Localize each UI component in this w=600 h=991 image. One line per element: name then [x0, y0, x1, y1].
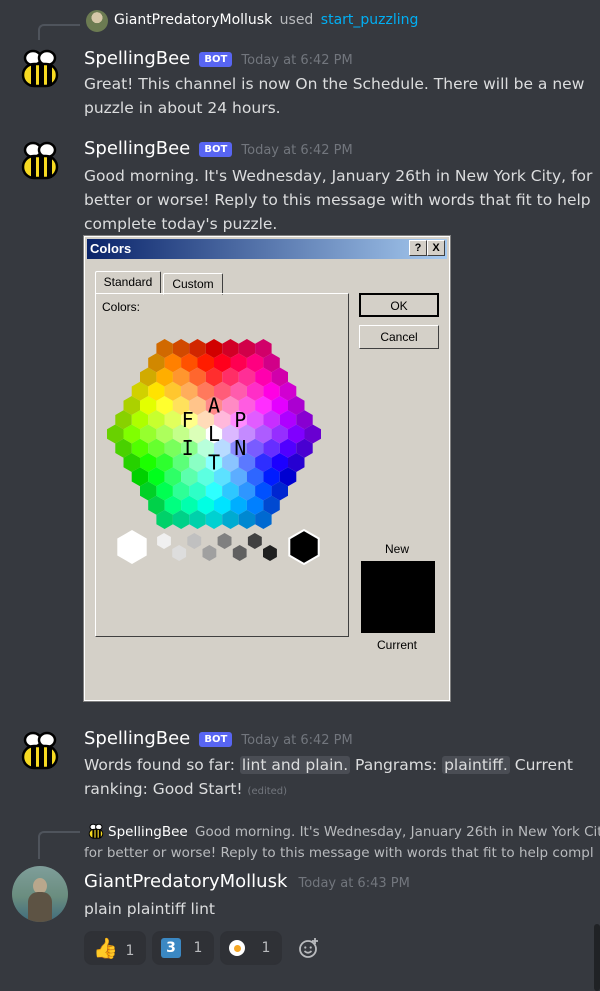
color-swatch[interactable] [232, 545, 247, 561]
author-name[interactable]: SpellingBee [84, 728, 190, 749]
current-label: Current [377, 638, 418, 652]
reaction-thumbs-up[interactable]: 👍 1 [84, 931, 146, 965]
color-hexagon-wheel[interactable]: AF PLI NT [96, 334, 348, 584]
reaction-count: 1 [125, 943, 135, 959]
reply-text: Good morning. It's Wednesday, January 26… [195, 824, 600, 840]
reaction-keycap-3[interactable]: 3 1 [152, 931, 214, 965]
color-swatch[interactable] [247, 533, 262, 549]
message-text: Great! This channel is now On the Schedu… [84, 72, 584, 120]
message-text: Words found so far: lint and plain. Pang… [84, 753, 594, 804]
message-text: plain plaintiff lint [84, 900, 215, 918]
text-line: Good morning. It's Wednesday, January 26… [84, 167, 593, 185]
color-swatch[interactable] [217, 533, 232, 549]
help-button[interactable]: ? [409, 240, 427, 256]
message-header: GiantPredatoryMollusk Today at 6:43 PM [84, 871, 410, 892]
dialog-title: Colors [90, 241, 132, 256]
puzzle-letter: N [234, 436, 246, 460]
puzzle-letter: I [182, 436, 194, 460]
puzzle-letter: F [182, 408, 194, 432]
new-label: New [385, 542, 410, 556]
tab-standard[interactable]: Standard [95, 271, 161, 294]
scrollbar[interactable] [594, 924, 600, 991]
avatar[interactable] [86, 10, 108, 32]
color-swatch[interactable] [202, 545, 217, 561]
reply-line: GiantPredatoryMollusk used start_puzzlin… [114, 12, 418, 28]
reaction-egg[interactable]: 1 [220, 931, 282, 965]
message-text: Good morning. It's Wednesday, January 26… [84, 164, 592, 236]
reaction-count: 1 [261, 940, 271, 956]
cancel-button[interactable]: Cancel [359, 325, 439, 349]
timestamp: Today at 6:42 PM [241, 143, 353, 158]
text-line: complete today's puzzle. [84, 215, 278, 233]
bot-badge: BOT [199, 52, 233, 67]
timestamp: Today at 6:43 PM [298, 876, 410, 891]
color-preview-swatch [361, 561, 435, 633]
puzzle-letter: T [208, 450, 220, 474]
add-reaction-icon[interactable] [298, 937, 320, 959]
author-name[interactable]: SpellingBee [84, 138, 190, 159]
reply-author[interactable]: SpellingBee [108, 824, 188, 840]
found-words: lint and plain. [239, 756, 351, 774]
words-prefix: Words found so far: [84, 756, 240, 774]
reply-preview-line: SpellingBee Good morning. It's Wednesday… [84, 822, 600, 843]
dialog-titlebar: Colors [87, 239, 447, 259]
egg-icon [229, 940, 245, 956]
puzzle-letter: L [208, 422, 220, 446]
pangram-prefix: Pangrams: [350, 756, 443, 774]
puzzle-letter: P [234, 408, 246, 432]
command-link[interactable]: start_puzzling [321, 12, 419, 28]
text-line: puzzle in about 24 hours. [84, 99, 281, 117]
color-swatch[interactable] [172, 545, 187, 561]
close-button[interactable]: X [427, 240, 445, 256]
message-header: SpellingBee BOT Today at 6:42 PM [84, 138, 353, 159]
message-header: SpellingBee BOT Today at 6:42 PM [84, 728, 353, 749]
reply-action: used [279, 12, 314, 28]
selected-color-swatch[interactable] [288, 528, 320, 566]
timestamp: Today at 6:42 PM [241, 53, 353, 68]
color-panel: Colors: AF PLI NT [95, 293, 349, 637]
author-name[interactable]: GiantPredatoryMollusk [84, 871, 287, 892]
ok-button[interactable]: OK [359, 293, 439, 317]
timestamp: Today at 6:42 PM [241, 733, 353, 748]
colors-dialog-image[interactable]: Colors ? X Standard Custom Colors: AF PLI… [84, 236, 450, 701]
reaction-count: 1 [193, 940, 203, 956]
message-header: SpellingBee BOT Today at 6:42 PM [84, 48, 353, 69]
bee-avatar-icon[interactable] [20, 48, 60, 88]
reply-preview[interactable]: SpellingBee Good morning. It's Wednesday… [84, 822, 600, 864]
text-line: ranking: Good Start! (edited) [84, 777, 594, 804]
bee-avatar-icon[interactable] [20, 140, 60, 180]
text-suffix: Current [509, 756, 573, 774]
text-line: Great! This channel is now On the Schedu… [84, 75, 585, 93]
keycap-3-icon: 3 [161, 938, 181, 958]
colors-label: Colors: [102, 300, 141, 314]
reply-connector [38, 831, 80, 859]
reply-preview-line: for better or worse! Reply to this messa… [84, 845, 594, 861]
color-swatch[interactable] [187, 533, 202, 549]
color-swatch[interactable] [263, 545, 277, 561]
tab-custom[interactable]: Custom [163, 273, 223, 295]
text-line: Words found so far: lint and plain. Pang… [84, 753, 594, 777]
thumbs-up-icon: 👍 [93, 936, 118, 960]
edited-tag: (edited) [247, 786, 288, 797]
ranking-text: ranking: Good Start! [84, 780, 248, 798]
puzzle-letter: A [208, 394, 220, 418]
color-swatch[interactable] [117, 530, 147, 564]
bot-badge: BOT [199, 732, 233, 747]
text-line: better or worse! Reply to this message w… [84, 191, 591, 209]
pangrams: plaintiff. [442, 756, 510, 774]
reply-connector [38, 24, 80, 40]
author-name[interactable]: SpellingBee [84, 48, 190, 69]
user-avatar[interactable] [12, 866, 68, 922]
bot-badge: BOT [199, 142, 233, 157]
reply-username[interactable]: GiantPredatoryMollusk [114, 12, 272, 28]
color-swatch[interactable] [157, 533, 171, 549]
bee-avatar-icon[interactable] [20, 730, 60, 770]
